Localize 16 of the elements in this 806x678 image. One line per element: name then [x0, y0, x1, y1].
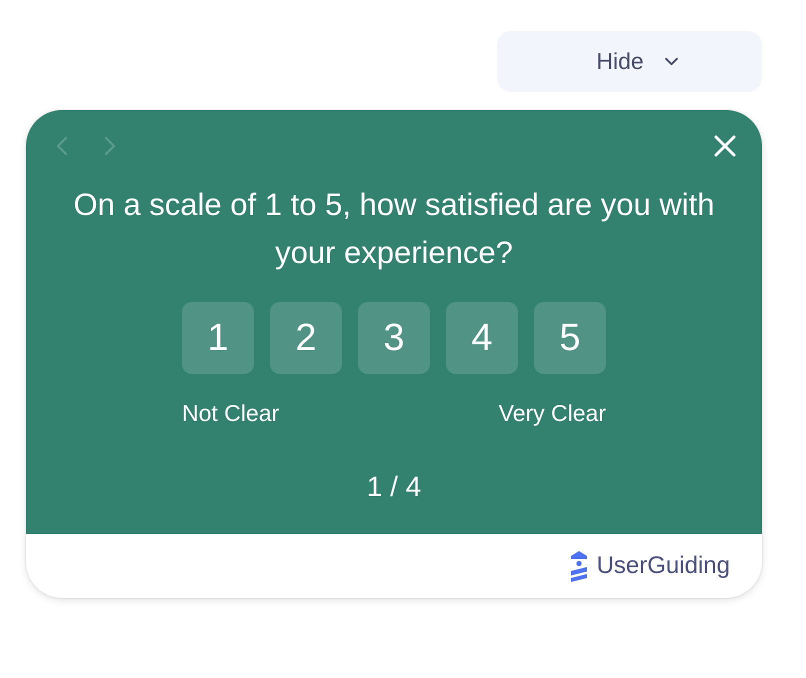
step-counter: 1 / 4 [366, 472, 422, 502]
lighthouse-logo-icon [570, 550, 588, 582]
chevron-right-icon [104, 136, 116, 156]
hide-button[interactable]: Hide [497, 31, 762, 92]
rating-option[interactable]: 3 [358, 302, 430, 374]
chevron-down-icon [664, 57, 679, 66]
scale-low-label: Not Clear [182, 400, 280, 426]
close-icon[interactable] [714, 135, 736, 157]
rating-option[interactable]: 2 [270, 302, 342, 374]
question-text: On a scale of 1 to 5, how satisfied are you with your experience? [72, 186, 716, 272]
rating-option[interactable]: 5 [534, 302, 606, 374]
rating-option[interactable]: 1 [182, 302, 254, 374]
chevron-left-icon [56, 136, 68, 156]
rating-option[interactable]: 4 [446, 302, 518, 374]
brand-name: UserGuiding [596, 552, 730, 580]
scale-high-label: Very Clear [498, 400, 606, 426]
